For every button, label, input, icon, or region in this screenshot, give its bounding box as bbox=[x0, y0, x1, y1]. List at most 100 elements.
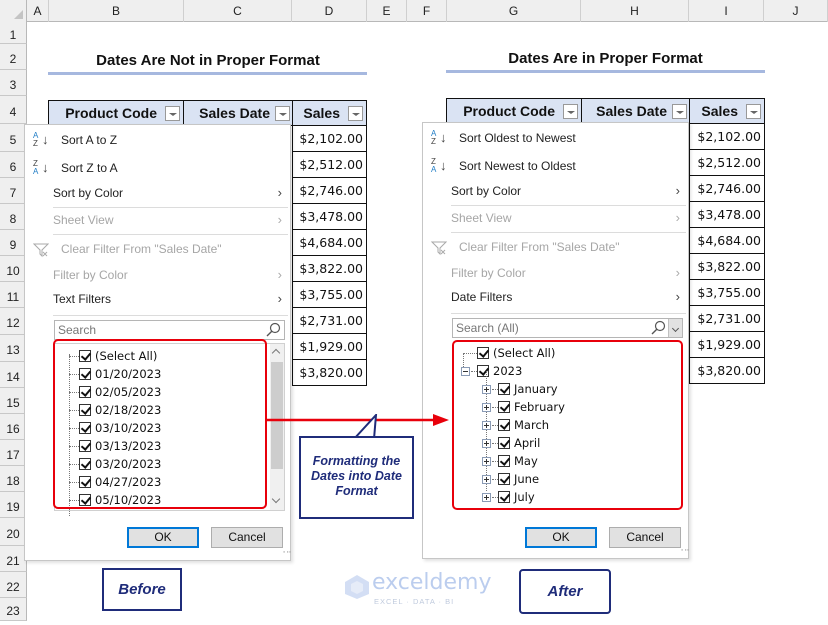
row-header[interactable]: 20 bbox=[0, 518, 27, 546]
row-header[interactable]: 17 bbox=[0, 440, 27, 466]
sales-cell[interactable]: $3,822.00 bbox=[689, 254, 765, 280]
sales-cell[interactable]: $2,731.00 bbox=[292, 308, 367, 334]
row-header[interactable]: 4 bbox=[0, 96, 27, 124]
select-all-corner[interactable] bbox=[0, 0, 27, 22]
sort-by-color-item[interactable]: Sort by Color › bbox=[25, 180, 290, 206]
sort-z-to-a-item[interactable]: Z A ↓ Sort Z to A bbox=[25, 155, 290, 181]
separator bbox=[53, 315, 288, 316]
search-icon bbox=[266, 322, 281, 337]
scroll-up-arrow-icon[interactable] bbox=[271, 348, 281, 358]
sort-oldest-to-newest-item[interactable]: A Z ↓ Sort Oldest to Newest bbox=[423, 125, 688, 151]
search-placeholder: Search bbox=[58, 323, 97, 337]
ok-button[interactable]: OK bbox=[525, 527, 597, 548]
row-header[interactable]: 11 bbox=[0, 282, 27, 308]
sheet-view-item: Sheet View › bbox=[25, 207, 290, 233]
filter-dropdown-button[interactable] bbox=[348, 106, 363, 121]
sales-cell[interactable]: $2,746.00 bbox=[292, 178, 367, 204]
text-filters-item[interactable]: Text Filters › bbox=[25, 286, 290, 312]
column-header-f[interactable]: F bbox=[407, 0, 447, 22]
separator bbox=[53, 234, 288, 235]
filter-dropdown-button[interactable] bbox=[746, 104, 761, 119]
date-filters-item[interactable]: Date Filters › bbox=[423, 284, 688, 310]
column-header-c[interactable]: C bbox=[184, 0, 292, 22]
sort-by-color-item[interactable]: Sort by Color › bbox=[423, 178, 688, 204]
resize-grip-icon[interactable]: ⠠⠤ bbox=[280, 547, 292, 557]
header-label: Product Code bbox=[65, 105, 157, 121]
row-header[interactable]: 14 bbox=[0, 362, 27, 388]
row-header[interactable]: 13 bbox=[0, 335, 27, 362]
filter-dropdown-button[interactable] bbox=[563, 104, 578, 119]
filter-dropdown-button[interactable] bbox=[672, 104, 687, 119]
chevron-right-icon: › bbox=[675, 289, 680, 304]
formatting-callout: Formatting the Dates into Date Format bbox=[299, 436, 414, 519]
search-input[interactable]: Search bbox=[54, 320, 285, 340]
row-header[interactable]: 2 bbox=[0, 44, 27, 70]
column-header-g[interactable]: G bbox=[447, 0, 581, 22]
row-header[interactable]: 16 bbox=[0, 414, 27, 440]
sales-cell[interactable]: $3,820.00 bbox=[689, 358, 765, 384]
search-mode-dropdown[interactable] bbox=[668, 319, 682, 337]
row-header[interactable]: 12 bbox=[0, 308, 27, 335]
sales-cell[interactable]: $4,684.00 bbox=[292, 230, 367, 256]
row-header[interactable]: 1 bbox=[0, 22, 27, 44]
sales-cell[interactable]: $2,512.00 bbox=[292, 152, 367, 178]
sales-cell[interactable]: $3,820.00 bbox=[292, 360, 367, 386]
column-header-b[interactable]: B bbox=[49, 0, 184, 22]
menu-label: Date Filters bbox=[451, 290, 513, 304]
right-header-sales: Sales bbox=[689, 98, 765, 124]
after-label: After bbox=[519, 569, 611, 614]
column-header-j[interactable]: J bbox=[764, 0, 828, 22]
ok-button[interactable]: OK bbox=[127, 527, 199, 548]
sales-cell[interactable]: $1,929.00 bbox=[292, 334, 367, 360]
column-header-a[interactable]: A bbox=[27, 0, 49, 22]
row-header[interactable]: 5 bbox=[0, 124, 27, 152]
menu-label: Sort Z to A bbox=[61, 161, 118, 175]
column-header-h[interactable]: H bbox=[581, 0, 689, 22]
menu-label: Clear Filter From "Sales Date" bbox=[459, 240, 620, 254]
filter-by-color-item: Filter by Color › bbox=[25, 262, 290, 288]
left-header-sales-date: Sales Date bbox=[183, 100, 293, 126]
menu-label: Sheet View bbox=[451, 211, 512, 225]
filter-dropdown-button[interactable] bbox=[275, 106, 290, 121]
row-header[interactable]: 10 bbox=[0, 256, 27, 282]
row-header[interactable]: 6 bbox=[0, 152, 27, 178]
left-header-product-code: Product Code bbox=[48, 100, 184, 126]
sort-descending-icon: Z A ↓ bbox=[33, 159, 49, 176]
sales-cell[interactable]: $2,746.00 bbox=[689, 176, 765, 202]
sales-cell[interactable]: $1,929.00 bbox=[689, 332, 765, 358]
row-header[interactable]: 18 bbox=[0, 466, 27, 492]
cancel-button[interactable]: Cancel bbox=[211, 527, 283, 548]
row-header[interactable]: 8 bbox=[0, 204, 27, 230]
sales-cell[interactable]: $2,102.00 bbox=[292, 126, 367, 152]
scroll-down-arrow-icon[interactable] bbox=[271, 494, 281, 504]
search-input[interactable]: Search (All) bbox=[452, 318, 683, 338]
row-header[interactable]: 9 bbox=[0, 230, 27, 256]
row-header[interactable]: 19 bbox=[0, 492, 27, 518]
sales-cell[interactable]: $2,102.00 bbox=[689, 124, 765, 150]
menu-label: Sort Oldest to Newest bbox=[459, 131, 576, 145]
row-header[interactable]: 22 bbox=[0, 572, 27, 598]
cancel-button[interactable]: Cancel bbox=[609, 527, 681, 548]
sales-cell[interactable]: $2,731.00 bbox=[689, 306, 765, 332]
column-header-e[interactable]: E bbox=[367, 0, 407, 22]
sales-cell[interactable]: $3,755.00 bbox=[292, 282, 367, 308]
sales-cell[interactable]: $4,684.00 bbox=[689, 228, 765, 254]
row-header[interactable]: 21 bbox=[0, 546, 27, 572]
sales-cell[interactable]: $2,512.00 bbox=[689, 150, 765, 176]
filter-dropdown-button[interactable] bbox=[165, 106, 180, 121]
resize-grip-icon[interactable]: ⠠⠤ bbox=[678, 545, 690, 555]
header-label: Sales bbox=[303, 105, 340, 121]
sort-a-to-z-item[interactable]: A Z ↓ Sort A to Z bbox=[25, 127, 290, 153]
column-header-d[interactable]: D bbox=[292, 0, 367, 22]
sales-cell[interactable]: $3,478.00 bbox=[292, 204, 367, 230]
sales-cell[interactable]: $3,822.00 bbox=[292, 256, 367, 282]
row-header[interactable]: 7 bbox=[0, 178, 27, 204]
row-header[interactable]: 15 bbox=[0, 388, 27, 414]
sales-cell[interactable]: $3,755.00 bbox=[689, 280, 765, 306]
chevron-right-icon: › bbox=[277, 212, 282, 227]
sales-cell[interactable]: $3,478.00 bbox=[689, 202, 765, 228]
row-header[interactable]: 3 bbox=[0, 70, 27, 96]
column-header-i[interactable]: I bbox=[689, 0, 764, 22]
sort-newest-to-oldest-item[interactable]: Z A ↓ Sort Newest to Oldest bbox=[423, 153, 688, 179]
row-header[interactable]: 23 bbox=[0, 598, 27, 621]
